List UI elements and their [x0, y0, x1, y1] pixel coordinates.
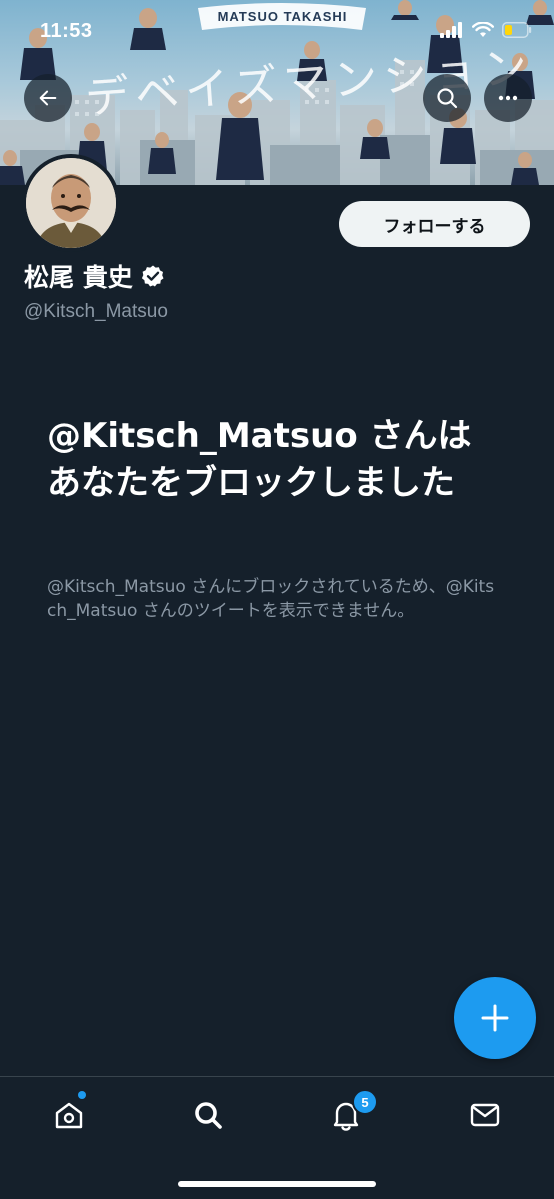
compose-tweet-button[interactable] — [454, 977, 536, 1059]
notifications-badge: 5 — [352, 1089, 378, 1115]
more-button[interactable] — [484, 74, 532, 122]
cellular-signal-icon — [440, 22, 462, 38]
back-button[interactable] — [24, 74, 72, 122]
profile-handle: @Kitsch_Matsuo — [24, 301, 168, 322]
search-icon — [437, 88, 458, 109]
nav-notifications[interactable]: 5 — [316, 1089, 378, 1135]
status-time: 11:53 — [40, 20, 93, 42]
arrow-left-icon — [39, 90, 57, 106]
display-name: 松尾 貴史 — [24, 263, 133, 292]
nav-messages[interactable] — [455, 1095, 515, 1135]
plus-icon — [481, 1004, 509, 1032]
banner-caption: MATSUO TAKASHI — [217, 9, 348, 24]
search-icon — [195, 1102, 222, 1129]
avatar[interactable] — [22, 154, 120, 252]
search-button[interactable] — [423, 74, 471, 122]
battery-icon — [502, 22, 532, 38]
blocked-message: @Kitsch_Matsuo さんにブロックされているため、@Kitsch_Ma… — [47, 577, 495, 621]
home-indicator[interactable] — [178, 1181, 376, 1187]
avatar-image — [26, 158, 116, 248]
status-icons — [440, 22, 532, 38]
mail-icon — [470, 1103, 500, 1127]
home-icon — [55, 1102, 83, 1129]
more-horizontal-icon — [498, 95, 518, 101]
verified-badge-icon — [141, 265, 164, 287]
follow-button[interactable]: フォローする — [339, 201, 530, 247]
profile-screen: MATSUO TAKASHI デベイズマンション 11:53 フォローする 松尾… — [0, 0, 554, 1199]
home-unread-dot — [78, 1091, 86, 1099]
nav-explore[interactable] — [178, 1095, 238, 1135]
blocked-title: @Kitsch_Matsuo さんはあなたをブロックしました — [47, 416, 472, 503]
wifi-icon — [472, 22, 494, 37]
display-name-row: 松尾 貴史 — [24, 258, 165, 294]
nav-home[interactable] — [39, 1091, 99, 1135]
